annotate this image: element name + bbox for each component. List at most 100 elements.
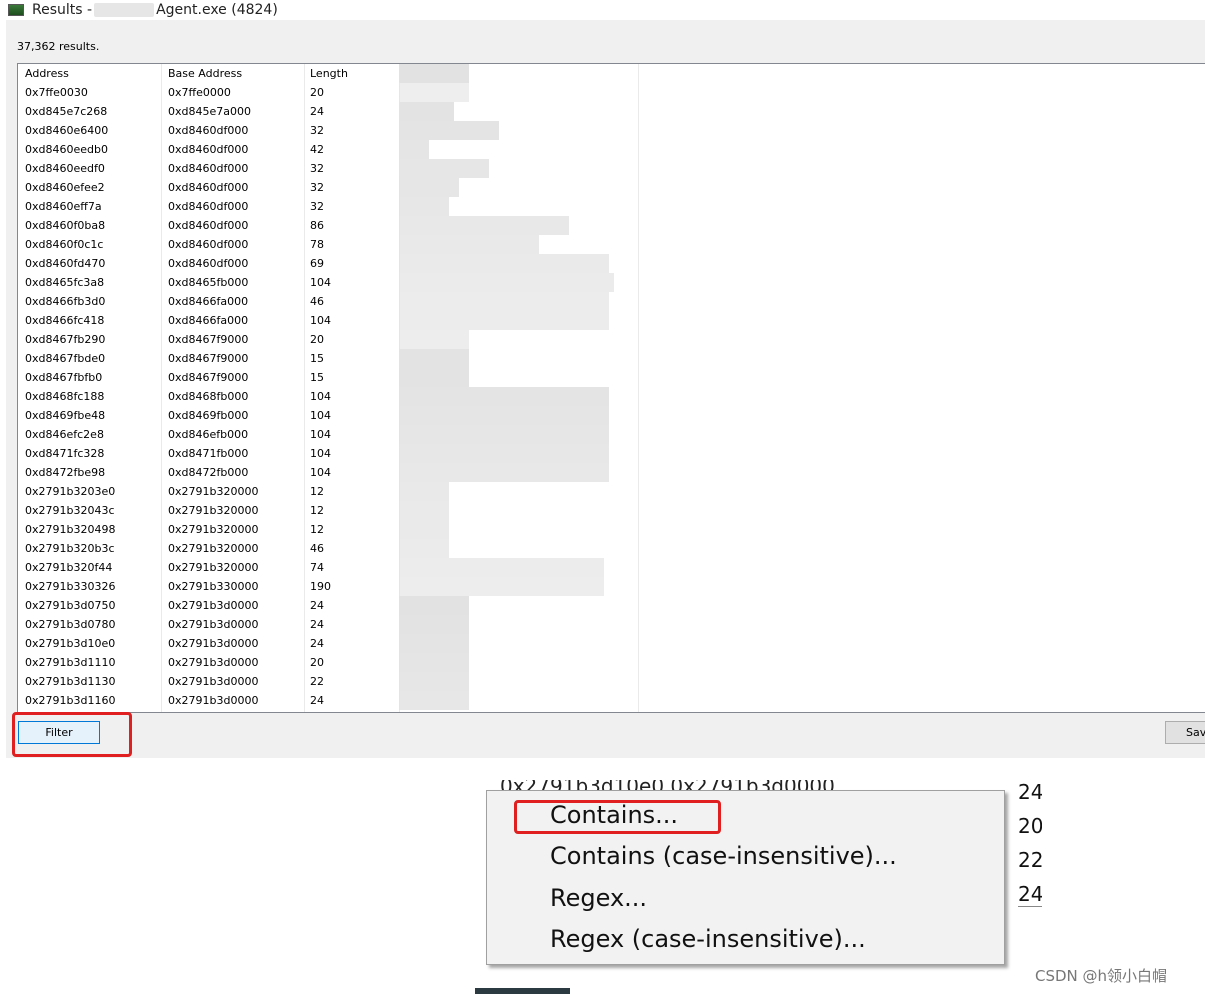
table-row[interactable]: 0xd8460f0ba8 0xd8460df000 86 (18, 216, 1205, 235)
table-row[interactable]: 0xd8465fc3a8 0xd8465fb000 104 (18, 273, 1205, 292)
table-row[interactable]: 0x2791b320f44 0x2791b320000 74 (18, 558, 1205, 577)
base-address-cell: 0x2791b3d0000 (168, 599, 259, 612)
column-header-address[interactable]: Address (25, 67, 69, 80)
table-row[interactable]: 0xd8460f0c1c 0xd8460df000 78 (18, 235, 1205, 254)
length-cell: 24 (310, 105, 324, 118)
table-row[interactable]: 0x2791b330326 0x2791b330000 190 (18, 577, 1205, 596)
base-address-cell: 0xd8471fb000 (168, 447, 249, 460)
save-button[interactable]: Sav (1165, 721, 1205, 744)
table-row[interactable]: 0x7ffe0030 0x7ffe0000 20 (18, 83, 1205, 102)
length-cell: 46 (310, 295, 324, 308)
redacted-cell (399, 596, 469, 615)
redacted-cell (399, 463, 609, 482)
address-cell: 0xd8471fc328 (25, 447, 105, 460)
redacted-cell (399, 539, 449, 558)
address-cell: 0x2791b3d1110 (25, 656, 116, 669)
length-value: 24 (1018, 882, 1042, 907)
redacted-cell (399, 121, 499, 140)
redacted-cell (399, 159, 489, 178)
redacted-cell (399, 444, 609, 463)
table-row[interactable]: 0x2791b320b3c 0x2791b320000 46 (18, 539, 1205, 558)
length-cell: 32 (310, 124, 324, 137)
redacted-cell (399, 558, 604, 577)
base-address-cell: 0x2791b3d0000 (168, 618, 259, 631)
address-cell: 0x2791b3d10e0 (25, 637, 116, 650)
address-cell: 0xd8460eff7a (25, 200, 102, 213)
base-address-cell: 0x2791b320000 (168, 561, 259, 574)
length-cell: 15 (310, 371, 324, 384)
length-cell: 104 (310, 466, 331, 479)
redacted-cell (399, 387, 609, 406)
redacted-cell (399, 235, 539, 254)
address-cell: 0xd845e7c268 (25, 105, 108, 118)
base-address-cell: 0xd8460df000 (168, 257, 249, 270)
base-address-cell: 0xd8460df000 (168, 238, 249, 251)
redacted-cell (399, 330, 469, 349)
table-row[interactable]: 0x2791b3d1110 0x2791b3d0000 20 (18, 653, 1205, 672)
base-address-cell: 0xd8460df000 (168, 219, 249, 232)
menu-item-regex-case-insensitive[interactable]: Regex (case-insensitive)... (550, 925, 866, 953)
table-row[interactable]: 0x2791b320498 0x2791b320000 12 (18, 520, 1205, 539)
table-row[interactable]: 0x2791b3d1160 0x2791b3d0000 24 (18, 691, 1205, 710)
table-row[interactable]: 0x2791b3d0750 0x2791b3d0000 24 (18, 596, 1205, 615)
menu-item-regex[interactable]: Regex... (550, 884, 647, 912)
length-cell: 12 (310, 523, 324, 536)
table-row[interactable]: 0xd8460eedb0 0xd8460df000 42 (18, 140, 1205, 159)
table-row[interactable]: 0xd8469fbe48 0xd8469fb000 104 (18, 406, 1205, 425)
base-address-cell: 0x2791b3d0000 (168, 694, 259, 707)
table-row[interactable]: 0xd8467fbde0 0xd8467f9000 15 (18, 349, 1205, 368)
base-address-cell: 0xd845e7a000 (168, 105, 251, 118)
base-address-cell: 0x2791b330000 (168, 580, 259, 593)
address-cell: 0xd8460fd470 (25, 257, 106, 270)
table-row[interactable]: 0xd846efc2e8 0xd846efb000 104 (18, 425, 1205, 444)
base-address-cell: 0xd8467f9000 (168, 352, 249, 365)
redacted-cell (399, 368, 469, 387)
base-address-cell: 0xd8469fb000 (168, 409, 249, 422)
menu-item-contains-case-insensitive[interactable]: Contains (case-insensitive)... (550, 842, 897, 870)
address-cell: 0xd8467fbde0 (25, 352, 106, 365)
results-list[interactable]: Address Base Address Length 0x7ffe0030 0x… (17, 63, 1205, 713)
table-row[interactable]: 0x2791b32043c 0x2791b320000 12 (18, 501, 1205, 520)
redacted-cell (399, 311, 609, 330)
table-row[interactable]: 0xd8460eedf0 0xd8460df000 32 (18, 159, 1205, 178)
table-row[interactable]: 0x2791b3d10e0 0x2791b3d0000 24 (18, 634, 1205, 653)
table-row[interactable]: 0xd8472fbe98 0xd8472fb000 104 (18, 463, 1205, 482)
base-address-cell: 0x2791b320000 (168, 504, 259, 517)
table-row[interactable]: 0xd8460fd470 0xd8460df000 69 (18, 254, 1205, 273)
table-row[interactable]: 0xd8460efee2 0xd8460df000 32 (18, 178, 1205, 197)
table-row[interactable]: 0xd8460eff7a 0xd8460df000 32 (18, 197, 1205, 216)
base-address-cell: 0xd8467f9000 (168, 333, 249, 346)
table-row[interactable]: 0xd845e7c268 0xd845e7a000 24 (18, 102, 1205, 121)
address-cell: 0x2791b3d0750 (25, 599, 116, 612)
base-address-cell: 0x7ffe0000 (168, 86, 231, 99)
column-header-length[interactable]: Length (310, 67, 348, 80)
table-row[interactable]: 0xd8471fc328 0xd8471fb000 104 (18, 444, 1205, 463)
base-address-cell: 0x2791b3d0000 (168, 675, 259, 688)
app-icon (8, 4, 24, 16)
length-cell: 15 (310, 352, 324, 365)
length-cell: 32 (310, 162, 324, 175)
table-row[interactable]: 0x2791b3d1130 0x2791b3d0000 22 (18, 672, 1205, 691)
table-row[interactable]: 0xd8467fbfb0 0xd8467f9000 15 (18, 368, 1205, 387)
address-cell: 0x2791b320b3c (25, 542, 115, 555)
base-address-cell: 0xd8460df000 (168, 124, 249, 137)
table-row[interactable]: 0xd8466fb3d0 0xd8466fa000 46 (18, 292, 1205, 311)
address-cell: 0x2791b3d1130 (25, 675, 116, 688)
table-row[interactable]: 0xd8468fc188 0xd8468fb000 104 (18, 387, 1205, 406)
address-cell: 0x7ffe0030 (25, 86, 88, 99)
table-row[interactable]: 0x2791b3d0780 0x2791b3d0000 24 (18, 615, 1205, 634)
list-header: Address Base Address Length (18, 64, 1205, 83)
title-prefix: Results - (32, 2, 93, 18)
redacted-cell (399, 140, 429, 159)
base-address-cell: 0xd8466fa000 (168, 314, 249, 327)
table-row[interactable]: 0xd8466fc418 0xd8466fa000 104 (18, 311, 1205, 330)
address-cell: 0xd8469fbe48 (25, 409, 106, 422)
column-header-base-address[interactable]: Base Address (168, 67, 242, 80)
table-row[interactable]: 0xd8467fb290 0xd8467f9000 20 (18, 330, 1205, 349)
address-cell: 0x2791b32043c (25, 504, 115, 517)
base-address-cell: 0xd8460df000 (168, 162, 249, 175)
table-row[interactable]: 0xd8460e6400 0xd8460df000 32 (18, 121, 1205, 140)
table-row[interactable]: 0x2791b3203e0 0x2791b320000 12 (18, 482, 1205, 501)
base-address-cell: 0xd846efb000 (168, 428, 249, 441)
address-cell: 0x2791b330326 (25, 580, 116, 593)
